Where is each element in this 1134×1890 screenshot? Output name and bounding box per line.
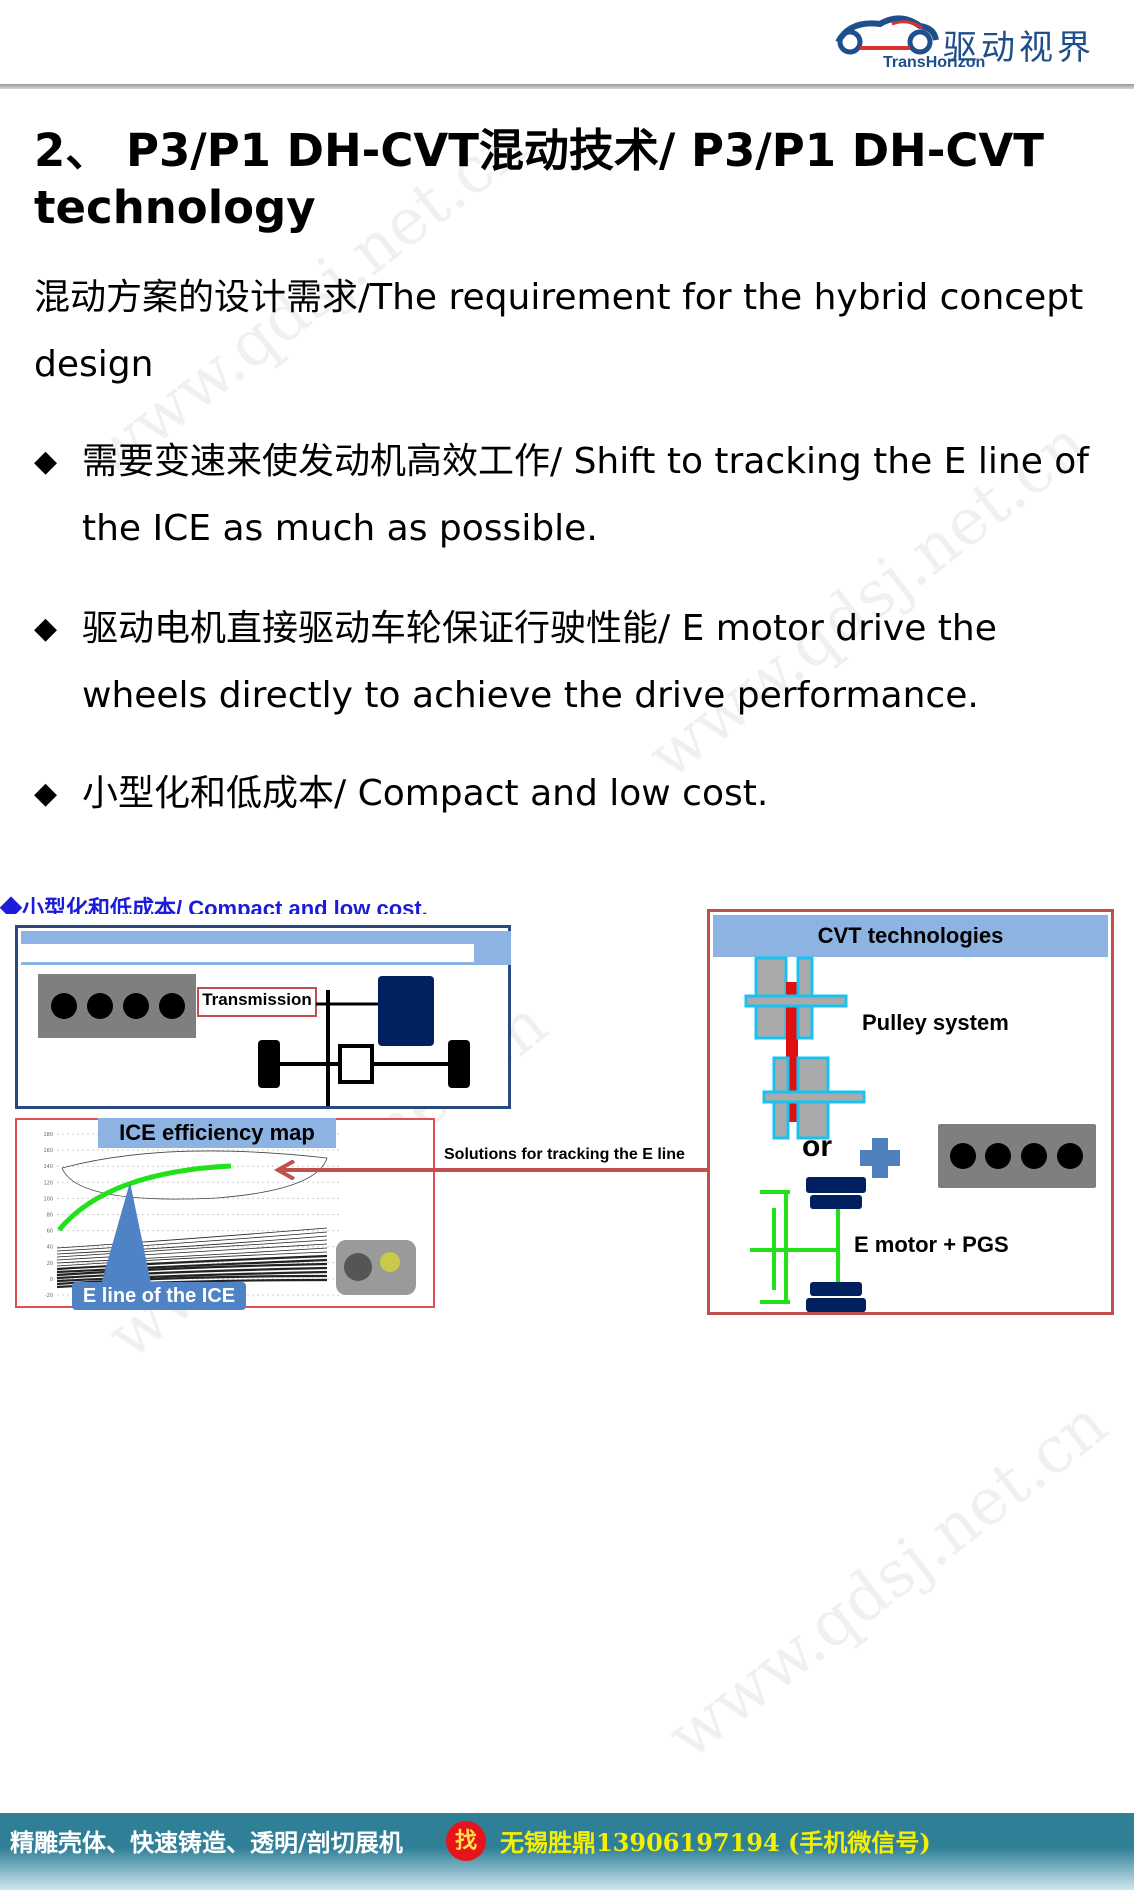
logo: TransHorizon 驱动视界	[825, 8, 1125, 78]
y-tick-label: 80	[47, 1213, 53, 1219]
bullet-text: 小型化和低成本/ Compact and low cost.	[82, 773, 769, 814]
pulley-system-icon	[744, 956, 866, 1140]
cvt-technologies-panel: CVT technologies Pulley system or E moto…	[707, 909, 1114, 1315]
or-label: or	[802, 1130, 832, 1163]
y-tick-label: 40	[47, 1245, 53, 1251]
logo-cn-name: 驱动视界	[943, 28, 1095, 68]
footer-banner: 精雕壳体、快速铸造、透明/剖切展机 找 无锡胜鼎13906197194 (手机微…	[0, 1813, 1134, 1890]
ice-map-title: ICE efficiency map	[98, 1118, 336, 1148]
y-tick-label: 60	[47, 1229, 53, 1235]
footer-contact-text: 无锡胜鼎13906197194 (手机微信号)	[500, 1828, 931, 1857]
header-divider	[0, 84, 1134, 89]
diamond-bullet-icon: ◆	[34, 611, 58, 646]
watermark: www.qdsj.net.cn	[654, 1386, 1122, 1774]
y-tick-label: -20	[45, 1293, 53, 1299]
emotor-pgs-icon	[750, 1177, 866, 1312]
footer-services-text: 精雕壳体、快速铸造、透明/剖切展机	[10, 1828, 403, 1857]
callout-pointer	[100, 1182, 152, 1288]
y-tick-label: 120	[43, 1180, 53, 1186]
powertrain-schematic	[38, 974, 470, 1106]
bullet-item: ◆ 驱动电机直接驱动车轮保证行驶性能/ E motor drive the wh…	[34, 595, 1094, 729]
differential-icon	[338, 1044, 374, 1084]
wheel-icon	[258, 1040, 280, 1088]
subtitle: 混动方案的设计需求/The requirement for the hybrid…	[34, 277, 1084, 385]
cropped-caption: ◆小型化和低成本/ Compact and low cost.	[0, 896, 428, 914]
eline-label: E line of the ICE	[72, 1282, 246, 1310]
diamond-bullet-icon: ◆	[34, 776, 58, 811]
diamond-bullet-icon: ◆	[34, 444, 58, 479]
pulley-label: Pulley system	[862, 1010, 1009, 1035]
car-swirl-logo-icon	[835, 15, 939, 55]
y-tick-label: 180	[43, 1132, 53, 1138]
y-tick-label: 0	[50, 1277, 53, 1283]
y-tick-label: 160	[43, 1148, 53, 1154]
bullet-text: 需要变速来使发动机高效工作/ Shift to tracking the E l…	[82, 441, 1089, 549]
hybrid-layout-panel: Transmission	[15, 925, 511, 1109]
plus-icon	[860, 1138, 900, 1178]
find-badge-icon: 找	[446, 1821, 486, 1861]
bullet-item: ◆ 小型化和低成本/ Compact and low cost.	[34, 760, 1094, 827]
y-tick-label: 20	[47, 1261, 53, 1267]
y-tick-label: 100	[43, 1196, 53, 1202]
engine-block-icon	[938, 1124, 1096, 1188]
emotor-label: E motor + PGS	[854, 1232, 1009, 1257]
bullet-item: ◆ 需要变速来使发动机高效工作/ Shift to tracking the E…	[34, 428, 1094, 562]
y-tick-label: 140	[43, 1164, 53, 1170]
solutions-label: Solutions for tracking the E line	[444, 1146, 685, 1163]
engine-photo-icon	[336, 1240, 416, 1295]
bullet-text: 驱动电机直接驱动车轮保证行驶性能/ E motor drive the whee…	[82, 608, 997, 716]
wheel-icon	[448, 1040, 470, 1088]
transmission-label: Transmission	[202, 990, 312, 1009]
page-title: 2、 P3/P1 DH-CVT混动技术/ P3/P1 DH-CVT techno…	[34, 124, 1044, 234]
e-motor-icon	[378, 976, 434, 1046]
